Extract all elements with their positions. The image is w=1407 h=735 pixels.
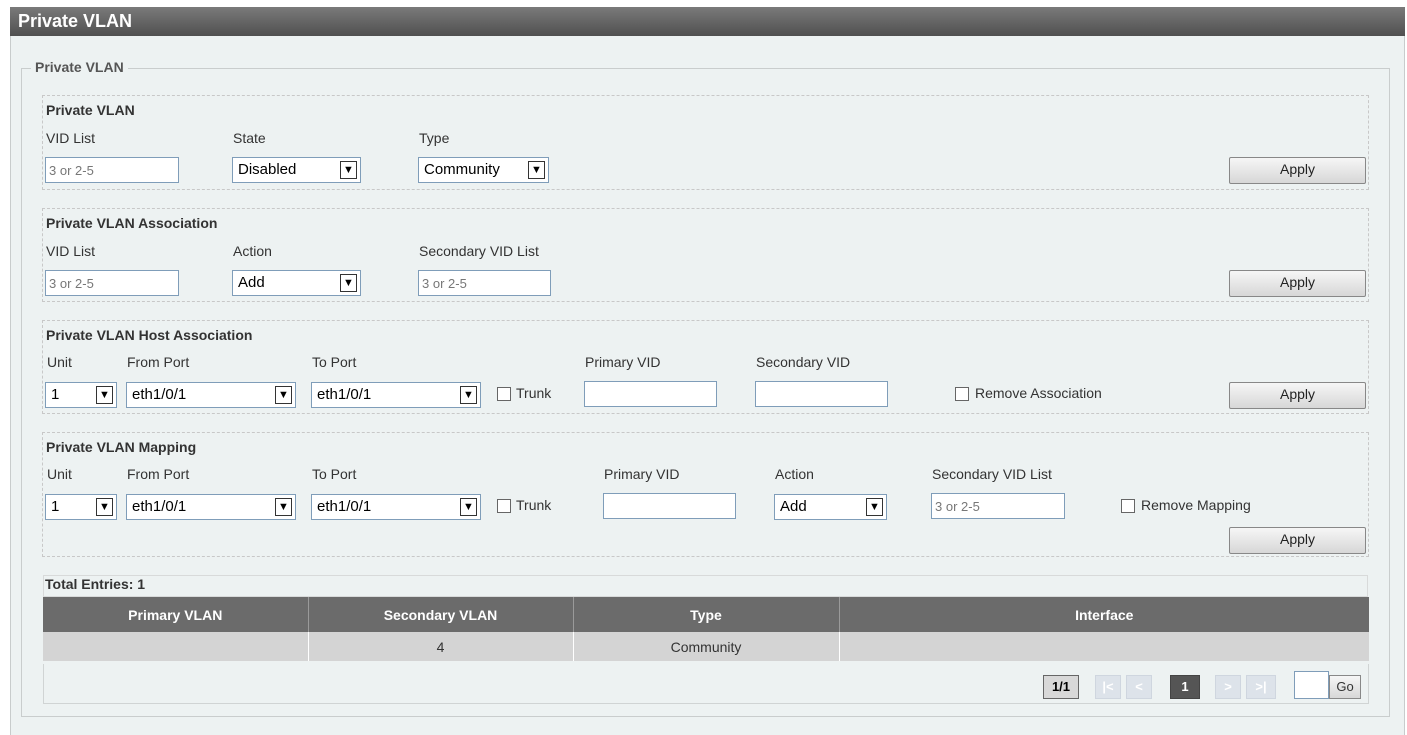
current-page-button[interactable]: 1 (1170, 675, 1200, 699)
total-entries: Total Entries: 1 (45, 576, 146, 592)
total-entries-strip (43, 575, 1368, 597)
host-unit-value: 1 (51, 386, 60, 403)
page-number-input[interactable] (1294, 671, 1329, 699)
cell-interface (839, 632, 1369, 661)
host-secondary-vid-input[interactable] (755, 381, 888, 407)
host-from-port-select[interactable]: eth1/0/1 ▼ (126, 382, 296, 408)
host-to-port-select[interactable]: eth1/0/1 ▼ (311, 382, 481, 408)
col-secondary-vlan: Secondary VLAN (308, 597, 574, 632)
host-primary-vid-input[interactable] (584, 381, 717, 407)
assoc-action-label: Action (233, 243, 272, 259)
host-from-port-label: From Port (127, 354, 190, 370)
col-primary-vlan: Primary VLAN (43, 597, 309, 632)
map-action-label: Action (775, 466, 814, 482)
chevron-down-icon: ▼ (460, 386, 477, 404)
chevron-down-icon: ▼ (340, 161, 357, 179)
map-unit-label: Unit (47, 466, 72, 482)
apply-button-host-association[interactable]: Apply (1229, 382, 1366, 409)
vid-list-input[interactable] (45, 157, 179, 183)
state-select-value: Disabled (238, 161, 297, 178)
type-label: Type (419, 130, 450, 146)
host-unit-label: Unit (47, 354, 72, 370)
host-to-port-value: eth1/0/1 (317, 386, 372, 403)
apply-button-association[interactable]: Apply (1229, 270, 1366, 297)
table-header-row: Primary VLAN Secondary VLAN Type Interfa… (43, 597, 1369, 632)
map-trunk-label: Trunk (516, 497, 552, 513)
chevron-down-icon: ▼ (275, 498, 292, 516)
type-select[interactable]: Community ▼ (418, 157, 549, 183)
host-trunk-checkbox[interactable] (497, 387, 511, 401)
first-page-button[interactable]: |< (1095, 675, 1121, 699)
remove-mapping-checkbox[interactable] (1121, 499, 1135, 513)
host-to-port-label: To Port (312, 354, 357, 370)
last-page-button[interactable]: >| (1246, 675, 1276, 699)
section-title-private-vlan: Private VLAN (46, 102, 135, 118)
assoc-vid-list-input[interactable] (45, 270, 179, 296)
apply-button-private-vlan[interactable]: Apply (1229, 157, 1366, 184)
map-from-port-select[interactable]: eth1/0/1 ▼ (126, 494, 296, 520)
map-to-port-label: To Port (312, 466, 357, 482)
map-unit-value: 1 (51, 498, 60, 515)
apply-button-mapping[interactable]: Apply (1229, 527, 1366, 554)
map-trunk-checkbox[interactable] (497, 499, 511, 513)
map-to-port-value: eth1/0/1 (317, 498, 372, 515)
map-action-value: Add (780, 498, 807, 515)
col-interface: Interface (839, 597, 1369, 632)
cell-primary-vlan (43, 632, 309, 661)
section-title-association: Private VLAN Association (46, 215, 218, 231)
assoc-vid-list-label: VID List (46, 243, 96, 259)
pvlan-table: Primary VLAN Secondary VLAN Type Interfa… (43, 597, 1369, 661)
remove-association-label: Remove Association (975, 385, 1102, 401)
map-unit-select[interactable]: 1 ▼ (45, 494, 117, 520)
prev-page-button[interactable]: < (1126, 675, 1152, 699)
page-title: Private VLAN (10, 7, 1405, 36)
fieldset-legend: Private VLAN (31, 59, 128, 75)
next-page-button[interactable]: > (1215, 675, 1241, 699)
section-title-host-association: Private VLAN Host Association (46, 327, 253, 343)
map-from-port-value: eth1/0/1 (132, 498, 187, 515)
table-row: 4 Community (43, 632, 1369, 661)
assoc-action-select[interactable]: Add ▼ (232, 270, 361, 296)
col-type: Type (573, 597, 840, 632)
map-primary-vid-input[interactable] (603, 493, 736, 519)
chevron-down-icon: ▼ (528, 161, 545, 179)
chevron-down-icon: ▼ (866, 498, 883, 516)
remove-mapping-label: Remove Mapping (1141, 497, 1251, 513)
map-to-port-select[interactable]: eth1/0/1 ▼ (311, 494, 481, 520)
chevron-down-icon: ▼ (96, 498, 113, 516)
type-select-value: Community (424, 161, 500, 178)
chevron-down-icon: ▼ (460, 498, 477, 516)
cell-type: Community (573, 632, 840, 661)
map-primary-vid-label: Primary VID (604, 466, 680, 482)
state-label: State (233, 130, 266, 146)
host-secondary-vid-label: Secondary VID (756, 354, 851, 370)
map-from-port-label: From Port (127, 466, 190, 482)
remove-association-checkbox[interactable] (955, 387, 969, 401)
go-button[interactable]: Go (1329, 675, 1361, 699)
chevron-down-icon: ▼ (275, 386, 292, 404)
assoc-action-value: Add (238, 274, 265, 291)
vid-list-label: VID List (46, 130, 96, 146)
host-from-port-value: eth1/0/1 (132, 386, 187, 403)
page-count: 1/1 (1043, 675, 1079, 699)
chevron-down-icon: ▼ (340, 274, 357, 292)
host-unit-select[interactable]: 1 ▼ (45, 382, 117, 408)
chevron-down-icon: ▼ (96, 386, 113, 404)
map-secondary-label: Secondary VID List (932, 466, 1052, 482)
cell-secondary-vlan: 4 (308, 632, 574, 661)
host-trunk-label: Trunk (516, 385, 552, 401)
section-title-mapping: Private VLAN Mapping (46, 439, 197, 455)
page: Private VLAN Private VLAN Private VLAN V… (0, 0, 1407, 735)
assoc-secondary-label: Secondary VID List (419, 243, 539, 259)
map-secondary-input[interactable] (931, 493, 1065, 519)
assoc-secondary-input[interactable] (418, 270, 551, 296)
state-select[interactable]: Disabled ▼ (232, 157, 361, 183)
map-action-select[interactable]: Add ▼ (774, 494, 887, 520)
host-primary-vid-label: Primary VID (585, 354, 661, 370)
